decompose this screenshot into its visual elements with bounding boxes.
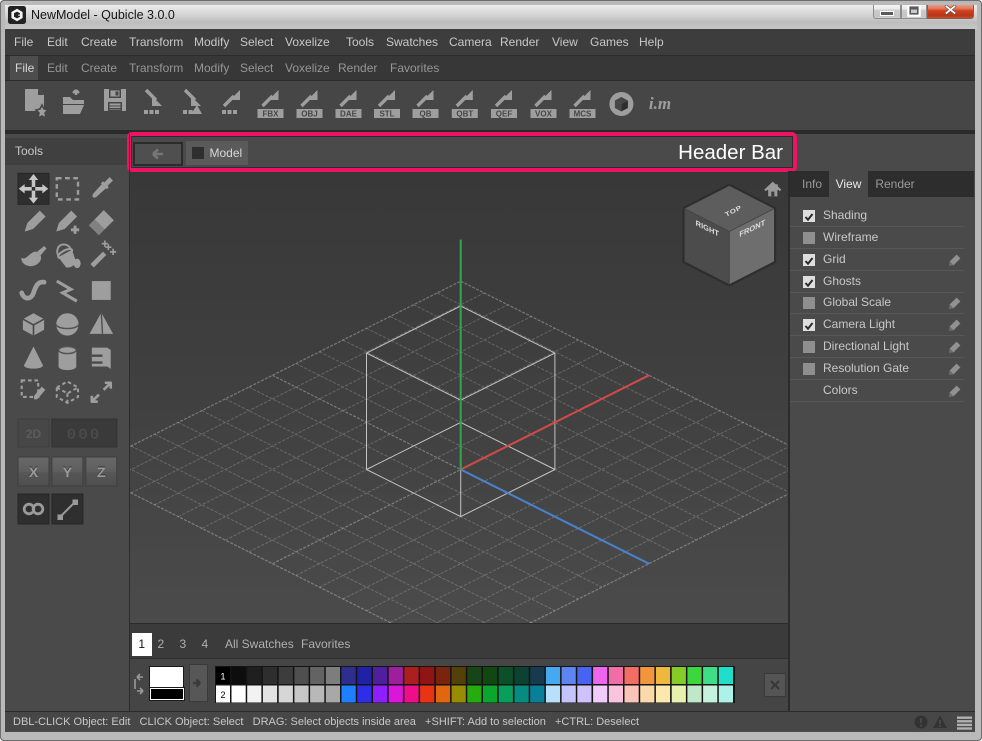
svg-text:STL: STL	[379, 110, 394, 119]
svg-text:QB: QB	[420, 110, 432, 119]
svg-text:QEF: QEF	[496, 110, 513, 119]
svg-text:000: 000	[67, 426, 102, 444]
svg-text:2: 2	[220, 690, 225, 700]
svg-text:2D: 2D	[26, 427, 42, 441]
svg-text:X: X	[29, 464, 39, 480]
svg-text:OBJ: OBJ	[301, 110, 317, 119]
svg-text:Z: Z	[97, 464, 106, 480]
svg-text:QBT: QBT	[456, 110, 473, 119]
svg-text:VOX: VOX	[535, 110, 553, 119]
svg-text:1: 1	[220, 671, 225, 681]
svg-text:Y: Y	[63, 464, 73, 480]
svg-text:MCS: MCS	[574, 110, 592, 119]
svg-text:DAE: DAE	[340, 110, 358, 119]
svg-text:FBX: FBX	[263, 110, 280, 119]
svg-text:i.m: i.m	[649, 94, 671, 113]
